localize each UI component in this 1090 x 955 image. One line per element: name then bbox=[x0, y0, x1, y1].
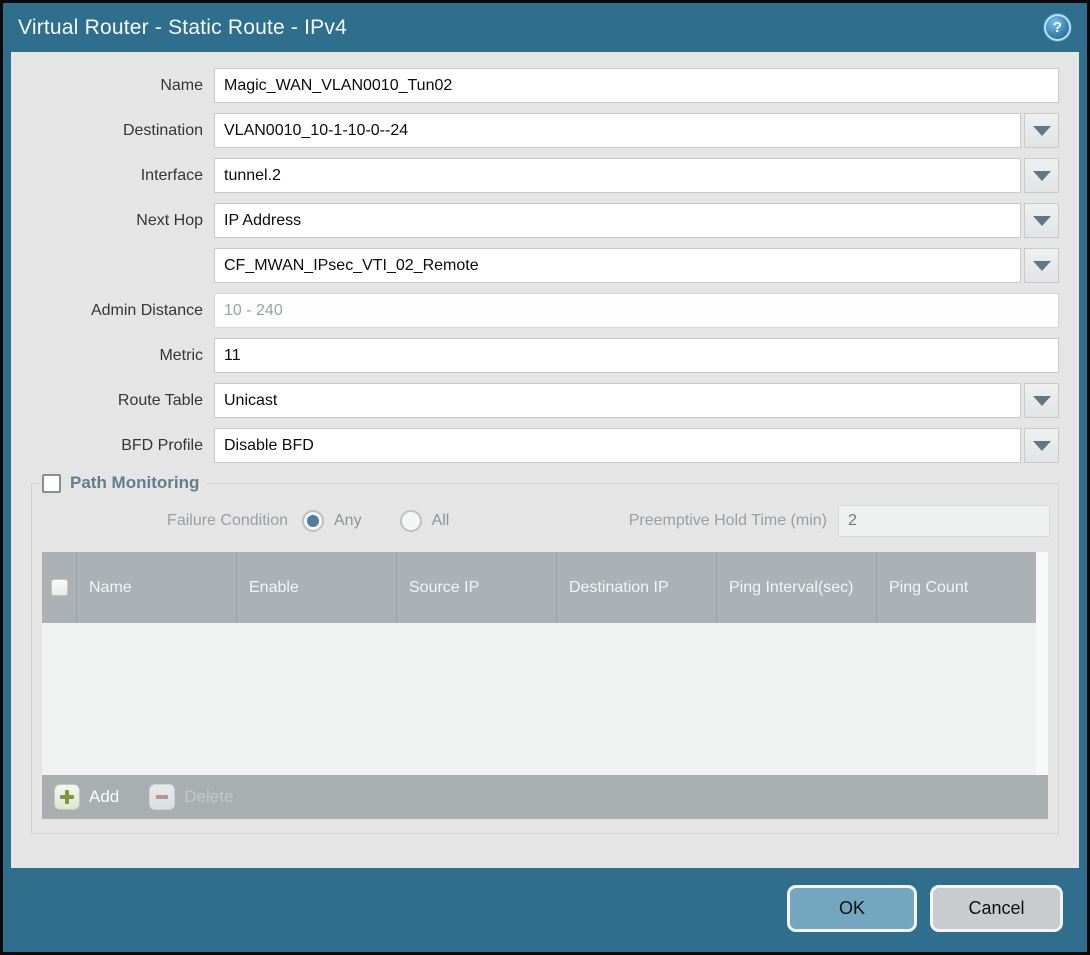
form-row-admin-distance: Admin Distance bbox=[31, 293, 1059, 328]
next-hop-label: Next Hop bbox=[31, 212, 214, 230]
preemptive-hold-time-group: Preemptive Hold Time (min) bbox=[629, 505, 1050, 537]
dialog-body: Name Destination Interface bbox=[11, 52, 1079, 868]
add-button-label: Add bbox=[89, 787, 119, 807]
preemptive-hold-time-label: Preemptive Hold Time (min) bbox=[629, 512, 838, 530]
chevron-down-icon bbox=[1033, 396, 1051, 406]
interface-input[interactable] bbox=[214, 158, 1021, 193]
ok-button[interactable]: OK bbox=[787, 885, 917, 932]
bfd-profile-input[interactable] bbox=[214, 428, 1021, 463]
route-table-dropdown-button[interactable] bbox=[1024, 383, 1059, 418]
table-header-row: Name Enable Source IP Destination IP Pin… bbox=[42, 552, 1036, 623]
form-row-destination: Destination bbox=[31, 113, 1059, 148]
destination-dropdown-button[interactable] bbox=[1024, 113, 1059, 148]
column-header-source-ip[interactable]: Source IP bbox=[396, 552, 556, 623]
table-toolbar: Add Delete bbox=[42, 775, 1048, 819]
add-button[interactable]: Add bbox=[54, 784, 119, 810]
route-table-input[interactable] bbox=[214, 383, 1021, 418]
form-row-metric: Metric bbox=[31, 338, 1059, 373]
interface-label: Interface bbox=[31, 167, 214, 185]
form-row-interface: Interface bbox=[31, 158, 1059, 193]
name-input[interactable] bbox=[214, 68, 1059, 103]
dialog-title: Virtual Router - Static Route - IPv4 bbox=[18, 16, 347, 40]
column-header-ping-interval[interactable]: Ping Interval(sec) bbox=[716, 552, 876, 623]
form-row-next-hop: Next Hop bbox=[31, 203, 1059, 238]
next-hop-address-input[interactable] bbox=[214, 248, 1021, 283]
column-header-enable[interactable]: Enable bbox=[236, 552, 396, 623]
chevron-down-icon bbox=[1033, 126, 1051, 136]
chevron-down-icon bbox=[1033, 216, 1051, 226]
column-header-name[interactable]: Name bbox=[76, 552, 236, 623]
form-row-route-table: Route Table bbox=[31, 383, 1059, 418]
column-header-destination-ip[interactable]: Destination IP bbox=[556, 552, 716, 623]
failure-condition-any-option[interactable]: Any bbox=[302, 510, 362, 532]
titlebar: Virtual Router - Static Route - IPv4 ? bbox=[3, 3, 1087, 52]
name-label: Name bbox=[31, 77, 214, 95]
metric-label: Metric bbox=[31, 347, 214, 365]
table-select-all-cell bbox=[42, 552, 76, 623]
table-scrollbar-track[interactable] bbox=[1036, 552, 1048, 775]
bfd-profile-label: BFD Profile bbox=[31, 437, 214, 455]
path-monitoring-options-row: Failure Condition Any All Preemptive Hol… bbox=[40, 505, 1050, 537]
radio-unselected-icon bbox=[400, 510, 422, 532]
failure-condition-label: Failure Condition bbox=[40, 512, 302, 530]
dialog-outer-frame: Virtual Router - Static Route - IPv4 ? N… bbox=[0, 0, 1090, 955]
destination-input[interactable] bbox=[214, 113, 1021, 148]
dialog-footer: OK Cancel bbox=[3, 868, 1087, 952]
form-row-next-hop-address bbox=[31, 248, 1059, 283]
interface-dropdown-button[interactable] bbox=[1024, 158, 1059, 193]
table-body-empty bbox=[42, 623, 1036, 775]
column-header-ping-count[interactable]: Ping Count bbox=[876, 552, 1036, 623]
chevron-down-icon bbox=[1033, 261, 1051, 271]
plus-icon bbox=[54, 784, 80, 810]
preemptive-hold-time-input[interactable] bbox=[838, 505, 1050, 537]
path-monitoring-legend: Path Monitoring bbox=[40, 473, 206, 493]
bfd-profile-dropdown-button[interactable] bbox=[1024, 428, 1059, 463]
next-hop-address-dropdown-button[interactable] bbox=[1024, 248, 1059, 283]
minus-icon bbox=[149, 784, 175, 810]
chevron-down-icon bbox=[1033, 171, 1051, 181]
cancel-button[interactable]: Cancel bbox=[930, 885, 1063, 932]
radio-selected-icon bbox=[302, 510, 324, 532]
admin-distance-label: Admin Distance bbox=[31, 302, 214, 320]
route-table-label: Route Table bbox=[31, 392, 214, 410]
form-row-bfd-profile: BFD Profile bbox=[31, 428, 1059, 463]
failure-condition-all-option[interactable]: All bbox=[400, 510, 450, 532]
delete-button-label: Delete bbox=[184, 787, 233, 807]
destination-label: Destination bbox=[31, 122, 214, 140]
form-row-name: Name bbox=[31, 68, 1059, 103]
select-all-checkbox[interactable] bbox=[51, 579, 68, 596]
chevron-down-icon bbox=[1033, 441, 1051, 451]
static-route-dialog: Virtual Router - Static Route - IPv4 ? N… bbox=[3, 3, 1087, 952]
path-monitoring-table: Name Enable Source IP Destination IP Pin… bbox=[42, 552, 1048, 819]
metric-input[interactable] bbox=[214, 338, 1059, 373]
failure-condition-all-label: All bbox=[432, 512, 450, 530]
path-monitoring-checkbox[interactable] bbox=[42, 474, 61, 493]
path-monitoring-title: Path Monitoring bbox=[70, 473, 199, 493]
help-icon[interactable]: ? bbox=[1044, 14, 1071, 41]
next-hop-type-input[interactable] bbox=[214, 203, 1021, 238]
next-hop-dropdown-button[interactable] bbox=[1024, 203, 1059, 238]
path-monitoring-group: Path Monitoring Failure Condition Any Al… bbox=[31, 473, 1059, 834]
admin-distance-input[interactable] bbox=[214, 293, 1059, 328]
failure-condition-any-label: Any bbox=[334, 512, 362, 530]
delete-button[interactable]: Delete bbox=[149, 784, 233, 810]
